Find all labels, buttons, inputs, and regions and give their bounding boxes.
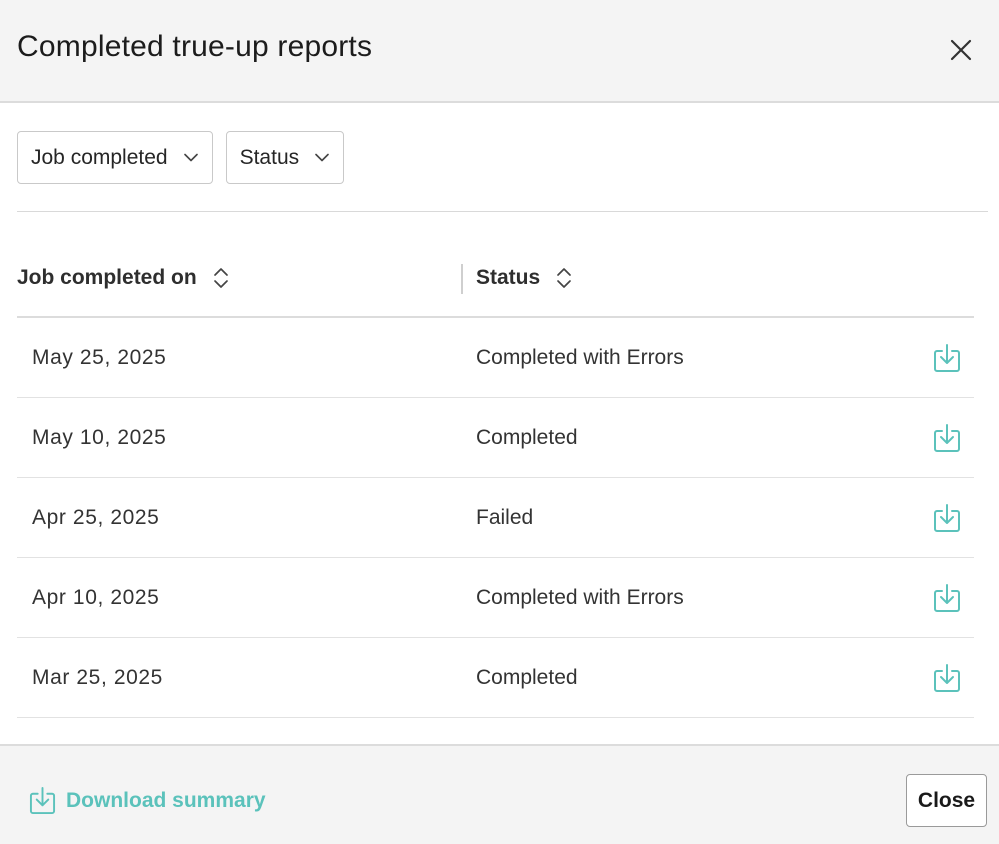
close-button[interactable]: Close (906, 774, 987, 827)
job-completed-date: Apr 25, 2025 (32, 505, 160, 529)
download-icon[interactable] (929, 580, 965, 616)
reports-table: Job completed on Status May 25, 2025 Com… (17, 240, 974, 718)
job-status: Completed with Errors (476, 585, 684, 609)
close-icon[interactable] (941, 30, 981, 70)
table-row: Mar 25, 2025 Completed (17, 638, 974, 718)
download-icon[interactable] (929, 500, 965, 536)
job-completed-date: May 25, 2025 (32, 345, 167, 369)
sort-icon (556, 266, 572, 290)
download-icon[interactable] (929, 660, 965, 696)
column-header-label: Status (476, 266, 541, 289)
column-header-job-completed-on[interactable]: Job completed on (17, 240, 229, 316)
job-status: Completed (476, 425, 578, 449)
job-status: Completed (476, 665, 578, 689)
table-row: Apr 25, 2025 Failed (17, 478, 974, 558)
download-summary-label: Download summary (66, 788, 266, 812)
status-filter-label: Status (239, 145, 300, 169)
dialog-title: Completed true-up reports (17, 30, 373, 63)
table-row: May 10, 2025 Completed (17, 398, 974, 478)
filter-bar: Job completed Status (17, 131, 345, 184)
job-completed-date: Apr 10, 2025 (32, 585, 160, 609)
column-divider (461, 264, 463, 294)
table-header: Job completed on Status (17, 240, 974, 318)
column-header-label: Job completed on (17, 266, 197, 289)
download-icon[interactable] (929, 420, 965, 456)
dialog-footer: Download summary Close (0, 744, 999, 844)
table-row: May 25, 2025 Completed with Errors (17, 318, 974, 398)
download-icon (29, 786, 56, 815)
download-icon[interactable] (929, 340, 965, 376)
chevron-down-icon (183, 153, 198, 162)
table-row: Apr 10, 2025 Completed with Errors (17, 558, 974, 638)
job-status: Failed (476, 505, 534, 529)
completed-reports-dialog: Completed true-up reports Job completed … (0, 0, 999, 844)
job-completed-filter[interactable]: Job completed (17, 131, 213, 184)
divider (17, 211, 988, 212)
job-completed-date: May 10, 2025 (32, 425, 167, 449)
sort-icon (213, 266, 229, 290)
status-filter[interactable]: Status (225, 131, 345, 184)
job-status: Completed with Errors (476, 345, 684, 369)
job-completed-filter-label: Job completed (31, 145, 168, 169)
dialog-header: Completed true-up reports (0, 0, 999, 103)
column-header-status[interactable]: Status (476, 240, 572, 316)
job-completed-date: Mar 25, 2025 (32, 665, 163, 689)
download-summary-link[interactable]: Download summary (29, 786, 266, 815)
chevron-down-icon (315, 153, 329, 162)
